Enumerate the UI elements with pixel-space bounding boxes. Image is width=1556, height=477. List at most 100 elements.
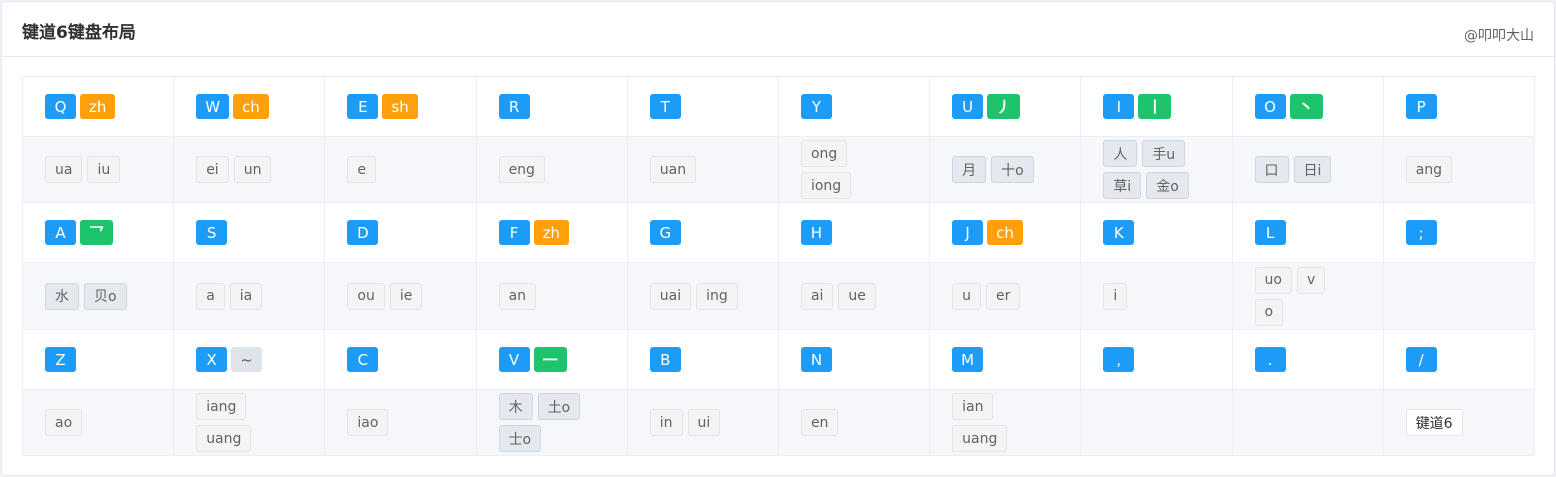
key-badge: M (952, 347, 984, 372)
value-tag: 手u (1142, 140, 1186, 167)
value-cell: ang (1382, 136, 1536, 203)
value-tag: 键道6 (1405, 409, 1463, 436)
key-cell: L (1231, 202, 1384, 263)
key-badge: J (952, 220, 984, 245)
value-tag: iang (196, 393, 247, 420)
value-tag: in (649, 409, 683, 436)
value-line: uang (196, 425, 302, 452)
key-cell: A乛 (21, 202, 175, 263)
value-cell (1382, 262, 1536, 330)
value-tag: iong (800, 172, 852, 199)
value-cell: 键道6 (1382, 389, 1536, 456)
value-cell: 月十o (929, 136, 1082, 203)
value-line: ang (1405, 156, 1512, 183)
key-badge: P (1405, 94, 1437, 119)
initial-badge: zh (533, 220, 569, 245)
value-tag: 土o (537, 393, 581, 420)
key-cell: Fzh (475, 202, 628, 263)
value-tag: 贝o (84, 282, 127, 310)
key-badge: , (1103, 347, 1135, 372)
value-tag: ei (196, 156, 229, 183)
value-line: ou ie (347, 282, 453, 310)
key-badge: H (800, 220, 832, 245)
value-row: ao iang uang iao 木土o 士o in ui en ian uang 键道6 (21, 389, 1536, 456)
value-tag: ie (389, 282, 423, 310)
key-badge: Z (45, 347, 76, 372)
value-cell: iao (324, 389, 477, 456)
value-line: ian (952, 393, 1058, 420)
value-line: 键道6 (1405, 409, 1512, 436)
value-line: i (1103, 282, 1209, 310)
value-cell: iang uang (173, 389, 326, 456)
key-row: A 乛 S D Fzh G H Jch K L; (21, 202, 1536, 263)
value-line: 草i 金o (1103, 172, 1209, 199)
key-cell: Qzh (21, 76, 175, 137)
value-cell: en (777, 389, 931, 456)
value-cell (1080, 389, 1233, 456)
value-tag: ian (952, 393, 994, 420)
value-cell: ao (21, 389, 175, 456)
value-line: ai ue (800, 282, 907, 310)
value-line: 月十o (952, 156, 1058, 183)
value-line: iong (800, 172, 907, 199)
value-cell (1231, 389, 1384, 456)
initial-badge: zh (80, 94, 116, 119)
value-cell: uo v o (1231, 262, 1384, 330)
value-line: ua iu (45, 156, 151, 183)
key-row: Z X ~ C V 一 B N M,. / (21, 329, 1536, 390)
value-line: iang (196, 393, 302, 420)
key-cell: G (626, 202, 779, 263)
value-cell: ong iong (777, 136, 931, 203)
value-line: an (498, 282, 605, 310)
key-badge: Q (45, 94, 76, 119)
key-badge: / (1405, 347, 1437, 372)
value-cell: an (475, 262, 628, 330)
key-badge: S (196, 220, 228, 245)
key-cell: T (626, 76, 779, 137)
value-cell: 人手u 草i 金o (1080, 136, 1233, 203)
key-badge: R (498, 94, 530, 119)
key-cell: R (475, 76, 628, 137)
value-line: iao (347, 409, 453, 436)
key-cell: P (1382, 76, 1536, 137)
value-tag: uan (649, 156, 697, 183)
key-badge: W (196, 94, 230, 119)
value-tag: 水 (45, 282, 79, 310)
value-cell: a ia (173, 262, 326, 330)
value-cell: ou ie (324, 262, 477, 330)
value-cell: ai ue (777, 262, 931, 330)
key-cell: Esh (324, 76, 477, 137)
key-cell: C (324, 329, 477, 390)
key-row: Qzh Wch Esh R T Y U 丿 I 丨 O 丶 P (21, 76, 1536, 137)
key-badge: C (347, 347, 379, 372)
value-line: ong (800, 140, 907, 167)
author-credit: @叩叩大山 (1464, 28, 1534, 44)
value-tag: iu (87, 156, 121, 183)
value-line: 士o (498, 425, 605, 452)
radical-badge: 丨 (1138, 93, 1172, 119)
value-line: e (347, 156, 453, 183)
key-cell: ; (1382, 202, 1536, 263)
value-cell: ei un (173, 136, 326, 203)
key-cell: Wch (173, 76, 326, 137)
key-badge: G (649, 220, 681, 245)
value-tag: uang (196, 425, 252, 452)
radical-badge: 一 (533, 346, 567, 372)
key-cell: Y (777, 76, 931, 137)
value-tag: 人 (1103, 140, 1138, 167)
value-line: 口日i (1254, 156, 1361, 183)
value-line: 人手u (1103, 140, 1209, 167)
value-tag: 木 (498, 393, 533, 420)
radical-badge: 丿 (987, 93, 1021, 119)
keyboard-layout-card: 键道6键盘布局 @叩叩大山 Qzh Wch Esh R T Y U 丿 I 丨 O 丶 Pua iu ei u… (1, 1, 1555, 476)
key-cell: X ~ (173, 329, 326, 390)
key-cell: Z (21, 329, 175, 390)
key-badge: E (347, 94, 379, 119)
value-tag: an (498, 282, 537, 310)
key-badge: D (347, 220, 379, 245)
key-badge: T (649, 94, 681, 119)
key-badge: L (1254, 220, 1286, 245)
value-cell: eng (475, 136, 628, 203)
key-badge: B (649, 347, 681, 372)
value-tag: a (196, 282, 225, 310)
